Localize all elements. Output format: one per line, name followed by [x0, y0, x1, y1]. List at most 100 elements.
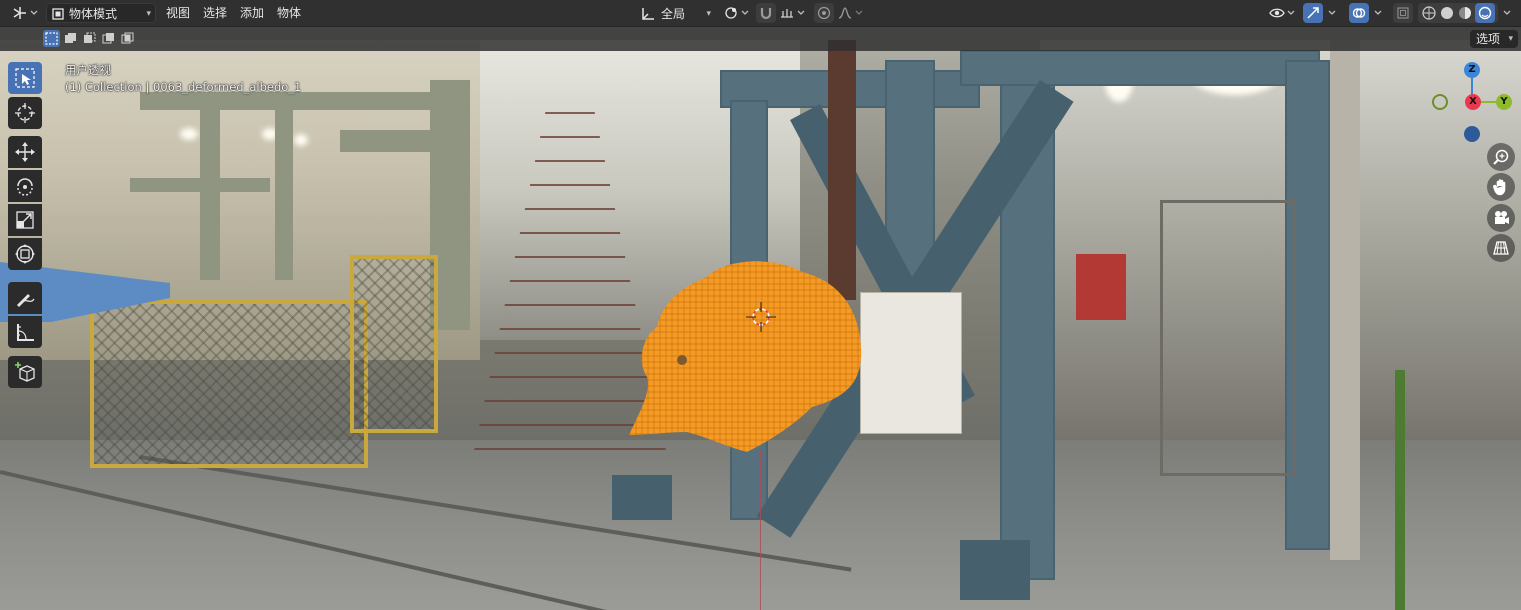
add-cube-tool[interactable] [8, 356, 42, 388]
select-new-icon [45, 32, 58, 45]
pivot-icon [725, 7, 749, 19]
zoom-button[interactable] [1487, 143, 1515, 171]
overlays-toggle[interactable] [1349, 3, 1369, 23]
z-axis-line [760, 450, 761, 610]
orientation-label: 全局 [661, 7, 686, 21]
background-post [1330, 40, 1360, 560]
transform-orientation-dropdown[interactable]: 全局 ▾ [636, 3, 716, 23]
select-new-button[interactable] [43, 30, 60, 47]
rendered-shading-button[interactable] [1475, 3, 1495, 23]
select-extend-button[interactable] [62, 30, 79, 47]
3d-cursor [746, 302, 776, 332]
rotate-icon [17, 178, 33, 196]
measure-tool[interactable] [8, 316, 42, 348]
options-label: 选项 [1475, 32, 1500, 46]
select-box-icon [15, 68, 35, 88]
menu-object[interactable]: 物体 [277, 3, 301, 23]
proportional-edit-icon [817, 6, 831, 20]
select-extend-icon [65, 33, 76, 43]
gizmo-x-axis[interactable]: X [1465, 94, 1481, 110]
snap-toggle[interactable] [756, 3, 776, 23]
cursor-tool[interactable] [8, 97, 42, 129]
camera-view-button[interactable] [1487, 204, 1515, 232]
background-column [275, 110, 293, 280]
select-box-tool[interactable] [8, 62, 42, 94]
chevron-down-icon [1503, 10, 1511, 15]
select-intersect-button[interactable] [119, 30, 136, 47]
green-rod [1395, 370, 1405, 610]
yellow-fence [350, 255, 438, 433]
chevron-down-icon: ▾ [1508, 34, 1513, 44]
object-mode-icon [52, 8, 64, 20]
steel-frame [1160, 200, 1296, 476]
background-girder [130, 178, 270, 192]
snap-increment-icon [781, 9, 805, 18]
projection-toggle-button[interactable] [1487, 234, 1515, 262]
viewport-editor-icon [13, 7, 38, 19]
chevron-down-icon [1374, 10, 1382, 15]
chevron-down-icon: ▾ [146, 9, 151, 19]
view-name: 用户透视 [65, 63, 111, 77]
gizmo-dropdown[interactable] [1325, 3, 1339, 23]
camera-icon [1495, 211, 1509, 224]
move-tool[interactable] [8, 136, 42, 168]
editor-type-button[interactable] [8, 3, 40, 23]
chevron-down-icon: ▾ [706, 9, 711, 19]
white-panel [860, 292, 962, 434]
scale-icon [16, 211, 34, 229]
hand-icon [1493, 179, 1506, 196]
menu-view[interactable]: 视图 [166, 3, 190, 23]
collection-info: (1) Collection | 0063_deformed_albedo_1 [65, 80, 302, 94]
gizmo-icon [1307, 7, 1319, 19]
gizmo-neg-z-axis[interactable] [1464, 126, 1480, 142]
mode-dropdown[interactable]: 物体模式 ▾ [46, 3, 156, 23]
object-visibility-button[interactable] [1268, 3, 1298, 23]
scale-tool[interactable] [8, 204, 42, 236]
overlays-icon [1352, 8, 1366, 18]
select-subtract-button[interactable] [81, 30, 98, 47]
transform-tool[interactable] [8, 238, 42, 270]
options-dropdown[interactable]: 选项 ▾ [1469, 30, 1518, 48]
select-subtract-icon [84, 32, 96, 43]
magnet-icon [760, 8, 772, 20]
selected-object[interactable] [627, 257, 863, 453]
proportional-edit-toggle[interactable] [814, 3, 834, 23]
rotate-tool[interactable] [8, 170, 42, 202]
eye-icon [1269, 8, 1295, 18]
falloff-button[interactable] [836, 3, 866, 23]
menu-add[interactable]: 添加 [240, 3, 264, 23]
ceiling-light [294, 134, 308, 146]
tool-settings-bar: 选项 ▾ [0, 27, 1521, 51]
transform-icon [15, 244, 35, 264]
select-invert-icon [102, 33, 114, 44]
select-invert-button[interactable] [100, 30, 117, 47]
background-girder [140, 92, 470, 110]
pan-button[interactable] [1487, 173, 1515, 201]
steel-base [960, 540, 1030, 600]
falloff-curve-icon [838, 7, 863, 19]
gizmo-y-axis[interactable]: Y [1496, 94, 1512, 110]
grid-perspective-icon [1493, 241, 1509, 255]
annotate-tool[interactable] [8, 282, 42, 314]
yellow-fence [90, 300, 368, 468]
cursor-icon [15, 103, 35, 123]
zoom-icon [1493, 149, 1509, 165]
gizmo-toggle[interactable] [1303, 3, 1323, 23]
move-icon [15, 142, 35, 162]
steel-crossbeam [960, 50, 1320, 86]
overlays-dropdown[interactable] [1371, 3, 1385, 23]
steel-base [612, 475, 672, 520]
snap-target-button[interactable] [778, 3, 808, 23]
pivot-point-button[interactable] [722, 3, 752, 23]
background-girder [340, 130, 440, 152]
xray-toggle[interactable] [1393, 3, 1413, 23]
menu-select[interactable]: 选择 [203, 3, 227, 23]
select-intersect-icon [121, 32, 134, 44]
add-cube-icon [15, 362, 35, 382]
gizmo-neg-y-axis[interactable] [1432, 94, 1448, 110]
gizmo-z-axis[interactable]: Z [1464, 62, 1480, 78]
annotate-icon [17, 294, 35, 307]
orientation-icon [642, 8, 654, 20]
shading-dropdown[interactable] [1498, 3, 1516, 23]
xray-icon [1397, 7, 1409, 19]
